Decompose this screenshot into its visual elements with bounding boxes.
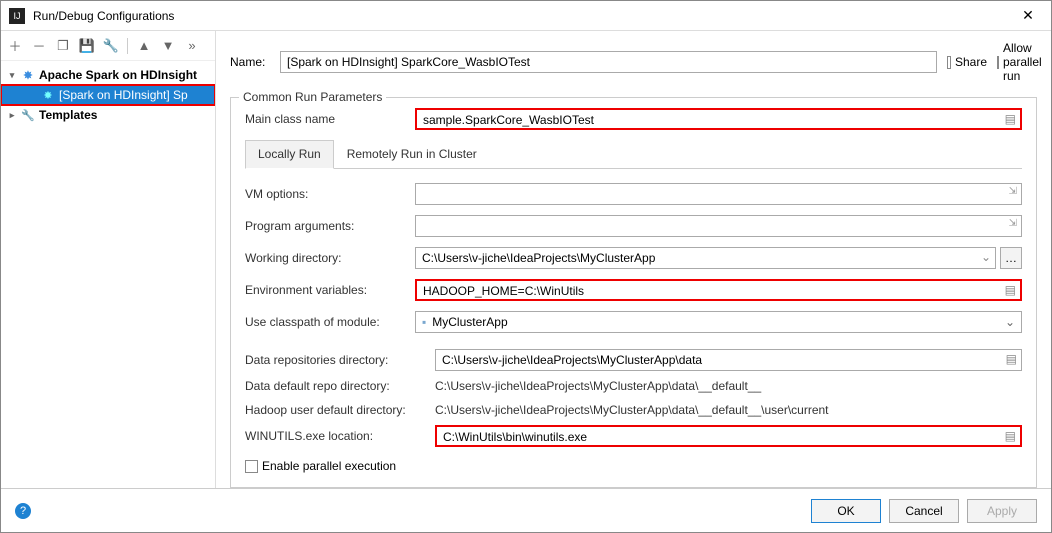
working-dir-value: C:\Users\v-jiche\IdeaProjects\MyClusterA… — [422, 251, 655, 265]
browse-class-icon[interactable]: ▤ — [1005, 112, 1016, 126]
right-panel: Name: Share Allow parallel run Common Ru… — [216, 31, 1051, 488]
name-label: Name: — [230, 55, 270, 69]
browse-working-dir-button[interactable]: … — [1000, 247, 1022, 269]
wrench-icon: 🔧 — [21, 108, 35, 122]
remove-icon[interactable]: － — [31, 38, 47, 54]
classpath-value: MyClusterApp — [432, 315, 507, 329]
tree-label: Apache Spark on HDInsight — [39, 68, 197, 82]
main-class-value: sample.SparkCore_WasbIOTest — [423, 113, 594, 127]
up-icon[interactable]: ▲ — [136, 38, 152, 54]
data-repo-dir-input[interactable]: C:\Users\v-jiche\IdeaProjects\MyClusterA… — [435, 349, 1022, 371]
tree-label: [Spark on HDInsight] Sp — [59, 88, 188, 102]
checkbox-box — [947, 56, 951, 69]
chevron-down-icon[interactable]: ⌄ — [981, 250, 991, 264]
copy-icon[interactable]: ❐ — [55, 38, 71, 54]
working-dir-label: Working directory: — [245, 251, 415, 265]
tree-node-spark-config[interactable]: ✸ [Spark on HDInsight] Sp — [1, 85, 215, 105]
config-toolbar: ＋ － ❐ 💾 🔧 ▲ ▼ » — [1, 31, 215, 61]
data-default-repo-label: Data default repo directory: — [245, 379, 435, 393]
checkbox-box — [997, 56, 999, 69]
data-repo-dir-row: Data repositories directory: C:\Users\v-… — [245, 349, 1022, 371]
program-args-row: Program arguments: ⇲ — [245, 215, 1022, 237]
run-mode-tabs: Locally Run Remotely Run in Cluster — [245, 140, 1022, 169]
collapse-icon[interactable]: » — [184, 38, 200, 54]
data-repo-dir-label: Data repositories directory: — [245, 353, 435, 367]
tab-locally-run[interactable]: Locally Run — [245, 140, 334, 169]
share-checkbox[interactable]: Share — [947, 55, 987, 69]
winutils-row: WINUTILS.exe location: C:\WinUtils\bin\w… — [245, 425, 1022, 447]
env-vars-label: Environment variables: — [245, 283, 415, 297]
share-label: Share — [955, 55, 987, 69]
classpath-label: Use classpath of module: — [245, 315, 415, 329]
common-run-params-legend: Common Run Parameters — [239, 90, 386, 104]
left-panel: ＋ － ❐ 💾 🔧 ▲ ▼ » ▾ ✸ Apache Spark on HDIn… — [1, 31, 216, 488]
common-run-params-group: Common Run Parameters Main class name sa… — [230, 97, 1037, 488]
add-icon[interactable]: ＋ — [7, 38, 23, 54]
name-input[interactable] — [280, 51, 937, 73]
expand-icon[interactable]: ⇲ — [1009, 186, 1017, 197]
ok-button[interactable]: OK — [811, 499, 881, 523]
toolbar-separator — [127, 38, 128, 54]
vm-options-label: VM options: — [245, 187, 415, 201]
window-title: Run/Debug Configurations — [33, 9, 1013, 23]
spark-icon: ✸ — [41, 88, 55, 102]
main-class-label: Main class name — [245, 112, 415, 126]
hadoop-user-dir-value: C:\Users\v-jiche\IdeaProjects\MyClusterA… — [435, 401, 1022, 419]
config-tree: ▾ ✸ Apache Spark on HDInsight ✸ [Spark o… — [1, 61, 215, 488]
tab-remotely-run[interactable]: Remotely Run in Cluster — [334, 140, 490, 168]
module-icon: ▪ — [422, 315, 426, 329]
hadoop-user-dir-row: Hadoop user default directory: C:\Users\… — [245, 401, 1022, 419]
working-dir-input[interactable]: C:\Users\v-jiche\IdeaProjects\MyClusterA… — [415, 247, 996, 269]
classpath-select[interactable]: ▪ MyClusterApp — [415, 311, 1022, 333]
expand-icon[interactable]: ⇲ — [1009, 218, 1017, 229]
data-default-repo-row: Data default repo directory: C:\Users\v-… — [245, 377, 1022, 395]
allow-parallel-checkbox[interactable]: Allow parallel run — [997, 41, 1037, 83]
winutils-input[interactable]: C:\WinUtils\bin\winutils.exe ▤ — [435, 425, 1022, 447]
enable-parallel-label: Enable parallel execution — [262, 459, 396, 473]
vm-options-input[interactable]: ⇲ — [415, 183, 1022, 205]
main-class-row: Main class name sample.SparkCore_WasbIOT… — [245, 108, 1022, 130]
data-repo-dir-value: C:\Users\v-jiche\IdeaProjects\MyClusterA… — [442, 353, 702, 367]
edit-env-icon[interactable]: ▤ — [1005, 283, 1016, 297]
apply-button[interactable]: Apply — [967, 499, 1037, 523]
winutils-label: WINUTILS.exe location: — [245, 429, 435, 443]
main-class-input[interactable]: sample.SparkCore_WasbIOTest ▤ — [415, 108, 1022, 130]
program-args-input[interactable]: ⇲ — [415, 215, 1022, 237]
hadoop-user-dir-label: Hadoop user default directory: — [245, 403, 435, 417]
tree-node-templates[interactable]: ▸ 🔧 Templates — [1, 105, 215, 125]
program-args-label: Program arguments: — [245, 219, 415, 233]
env-vars-input[interactable]: HADOOP_HOME=C:\WinUtils ▤ — [415, 279, 1022, 301]
dialog-footer: ? OK Cancel Apply — [1, 488, 1051, 532]
save-icon[interactable]: 💾 — [79, 38, 95, 54]
close-icon[interactable]: ✕ — [1013, 1, 1043, 31]
tree-label: Templates — [39, 108, 97, 122]
wrench-icon[interactable]: 🔧 — [103, 38, 119, 54]
vm-options-row: VM options: ⇲ — [245, 183, 1022, 205]
allow-parallel-label: Allow parallel run — [1003, 41, 1042, 83]
name-row: Name: Share Allow parallel run — [230, 41, 1037, 83]
folder-icon[interactable]: ▤ — [1006, 352, 1017, 366]
help-icon[interactable]: ? — [15, 503, 31, 519]
env-vars-row: Environment variables: HADOOP_HOME=C:\Wi… — [245, 279, 1022, 301]
classpath-row: Use classpath of module: ▪ MyClusterApp — [245, 311, 1022, 333]
checkbox-box — [245, 460, 258, 473]
chevron-right-icon[interactable]: ▸ — [7, 110, 17, 121]
down-icon[interactable]: ▼ — [160, 38, 176, 54]
winutils-value: C:\WinUtils\bin\winutils.exe — [443, 430, 587, 444]
working-dir-row: Working directory: C:\Users\v-jiche\Idea… — [245, 247, 1022, 269]
env-vars-value: HADOOP_HOME=C:\WinUtils — [423, 284, 584, 298]
folder-icon[interactable]: ▤ — [1005, 429, 1016, 443]
spark-icon: ✸ — [21, 68, 35, 82]
app-icon: IJ — [9, 8, 25, 24]
cancel-button[interactable]: Cancel — [889, 499, 959, 523]
titlebar: IJ Run/Debug Configurations ✕ — [1, 1, 1051, 31]
enable-parallel-checkbox[interactable]: Enable parallel execution — [245, 459, 1022, 473]
tree-node-apache-spark[interactable]: ▾ ✸ Apache Spark on HDInsight — [1, 65, 215, 85]
chevron-down-icon[interactable]: ▾ — [7, 70, 17, 81]
data-default-repo-value: C:\Users\v-jiche\IdeaProjects\MyClusterA… — [435, 377, 1022, 395]
